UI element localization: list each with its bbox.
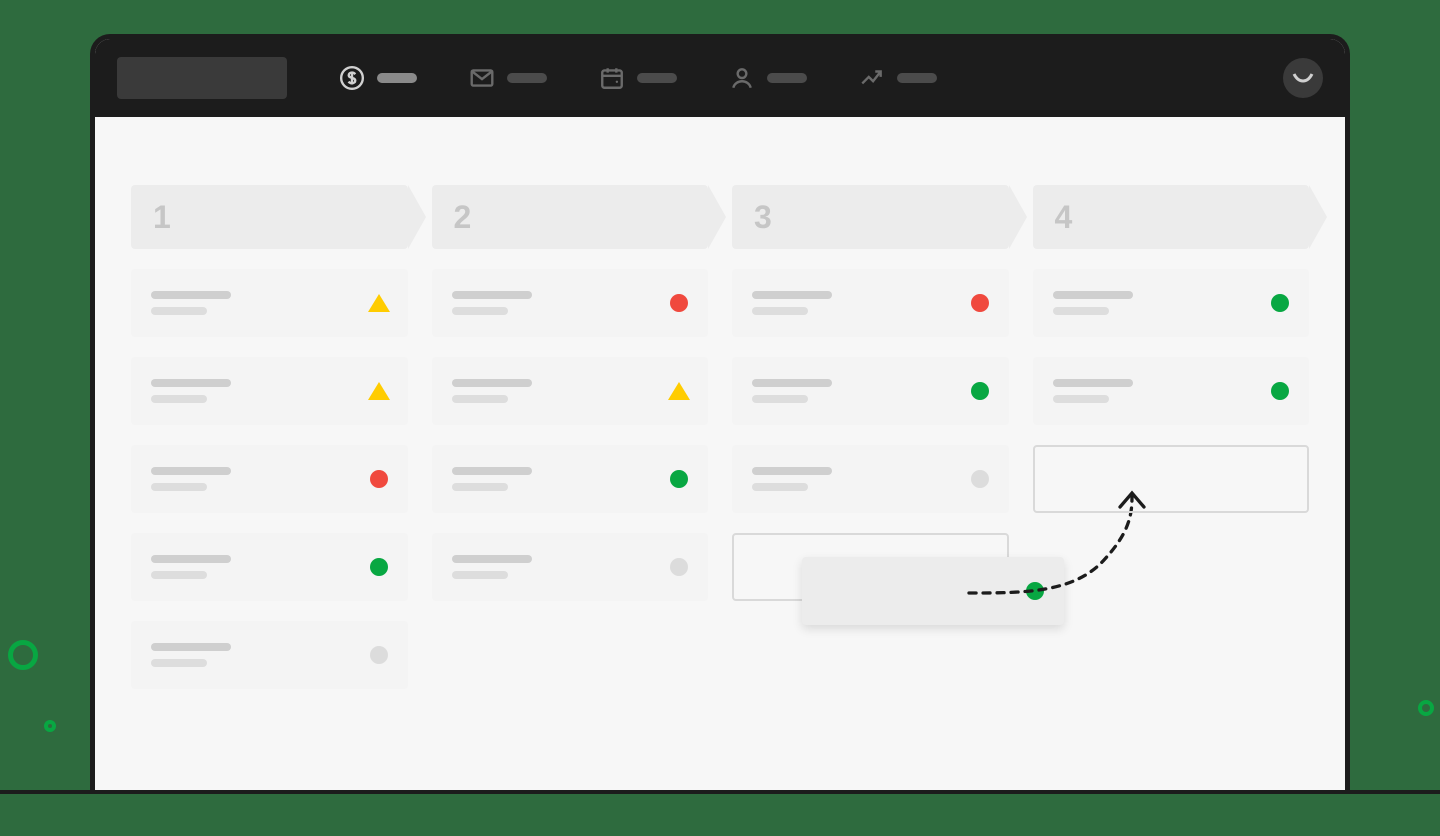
decoration-ring	[8, 640, 38, 670]
status-overdue-icon	[971, 294, 989, 312]
deal-card[interactable]	[432, 445, 709, 513]
deal-card[interactable]	[1033, 269, 1310, 337]
search-input[interactable]	[117, 57, 287, 99]
deal-card[interactable]	[131, 357, 408, 425]
stage-header[interactable]: 2	[432, 185, 709, 249]
deal-card[interactable]	[732, 445, 1009, 513]
status-overdue-icon	[370, 470, 388, 488]
deal-card[interactable]	[432, 357, 709, 425]
pipeline-stage: 4	[1033, 185, 1310, 754]
profile-menu[interactable]	[1283, 58, 1323, 98]
deal-card[interactable]	[732, 357, 1009, 425]
stage-label: 1	[153, 199, 171, 236]
nav-label-placeholder	[377, 73, 417, 83]
navbar	[95, 39, 1345, 117]
stage-label: 2	[454, 199, 472, 236]
deal-card-dragging[interactable]	[802, 557, 1064, 625]
nav-items	[339, 65, 1231, 91]
deal-card[interactable]	[432, 269, 709, 337]
nav-item-deals[interactable]	[339, 65, 417, 91]
status-ok-icon	[370, 558, 388, 576]
mail-icon	[469, 65, 495, 91]
dollar-icon	[339, 65, 365, 91]
card-drop-placeholder[interactable]	[1033, 445, 1310, 513]
surface-baseline	[0, 790, 1440, 794]
stage-header[interactable]: 1	[131, 185, 408, 249]
contacts-icon	[729, 65, 755, 91]
app-frame: 1 2 3	[90, 34, 1350, 790]
stage-header[interactable]: 3	[732, 185, 1009, 249]
status-ok-icon	[1271, 382, 1289, 400]
status-warning-icon	[368, 294, 390, 312]
pipeline-stage: 2	[432, 185, 709, 754]
nav-item-contacts[interactable]	[729, 65, 807, 91]
nav-label-placeholder	[637, 73, 677, 83]
stage-label: 3	[754, 199, 772, 236]
status-ok-icon	[670, 470, 688, 488]
deal-card[interactable]	[131, 269, 408, 337]
decoration-ring	[1418, 700, 1434, 716]
status-ok-icon	[1271, 294, 1289, 312]
status-warning-icon	[668, 382, 690, 400]
deal-card[interactable]	[1033, 357, 1310, 425]
nav-item-mail[interactable]	[469, 65, 547, 91]
nav-label-placeholder	[507, 73, 547, 83]
stage-label: 4	[1055, 199, 1073, 236]
calendar-icon	[599, 65, 625, 91]
trend-icon	[859, 65, 885, 91]
status-none-icon	[971, 470, 989, 488]
status-ok-icon	[971, 382, 989, 400]
status-none-icon	[370, 646, 388, 664]
nav-item-insights[interactable]	[859, 65, 937, 91]
smile-icon	[1292, 72, 1314, 84]
deal-card[interactable]	[131, 533, 408, 601]
status-overdue-icon	[670, 294, 688, 312]
stage-header[interactable]: 4	[1033, 185, 1310, 249]
pipeline-board: 1 2 3	[95, 117, 1345, 790]
deal-card[interactable]	[131, 621, 408, 689]
status-none-icon	[670, 558, 688, 576]
nav-label-placeholder	[897, 73, 937, 83]
nav-label-placeholder	[767, 73, 807, 83]
pipeline-stage: 1	[131, 185, 408, 754]
deal-card[interactable]	[432, 533, 709, 601]
status-warning-icon	[368, 382, 390, 400]
nav-item-calendar[interactable]	[599, 65, 677, 91]
deal-card[interactable]	[131, 445, 408, 513]
pipeline-stage: 3	[732, 185, 1009, 754]
decoration-ring	[44, 720, 56, 732]
deal-card[interactable]	[732, 269, 1009, 337]
